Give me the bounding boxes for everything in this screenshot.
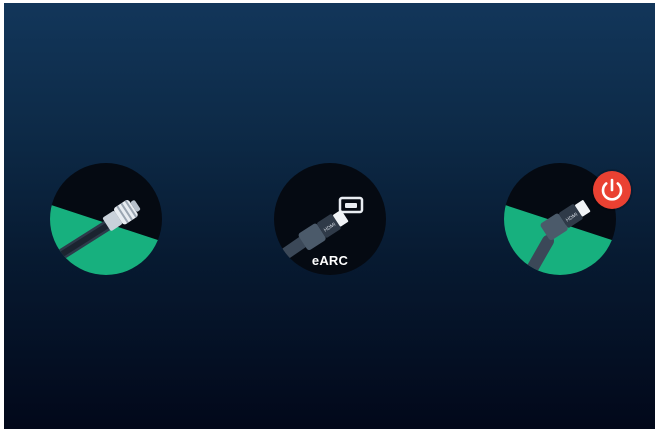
power-icon [601, 178, 623, 201]
antenna-input-option[interactable] [50, 163, 162, 275]
tv-input-selection-screen: HDMI eARC HDMI [4, 3, 655, 429]
power-badge[interactable] [593, 171, 631, 209]
hdmi-earc-input-option[interactable]: HDMI eARC [274, 163, 386, 275]
coax-cable-icon [50, 199, 162, 275]
earc-label: eARC [311, 253, 349, 268]
